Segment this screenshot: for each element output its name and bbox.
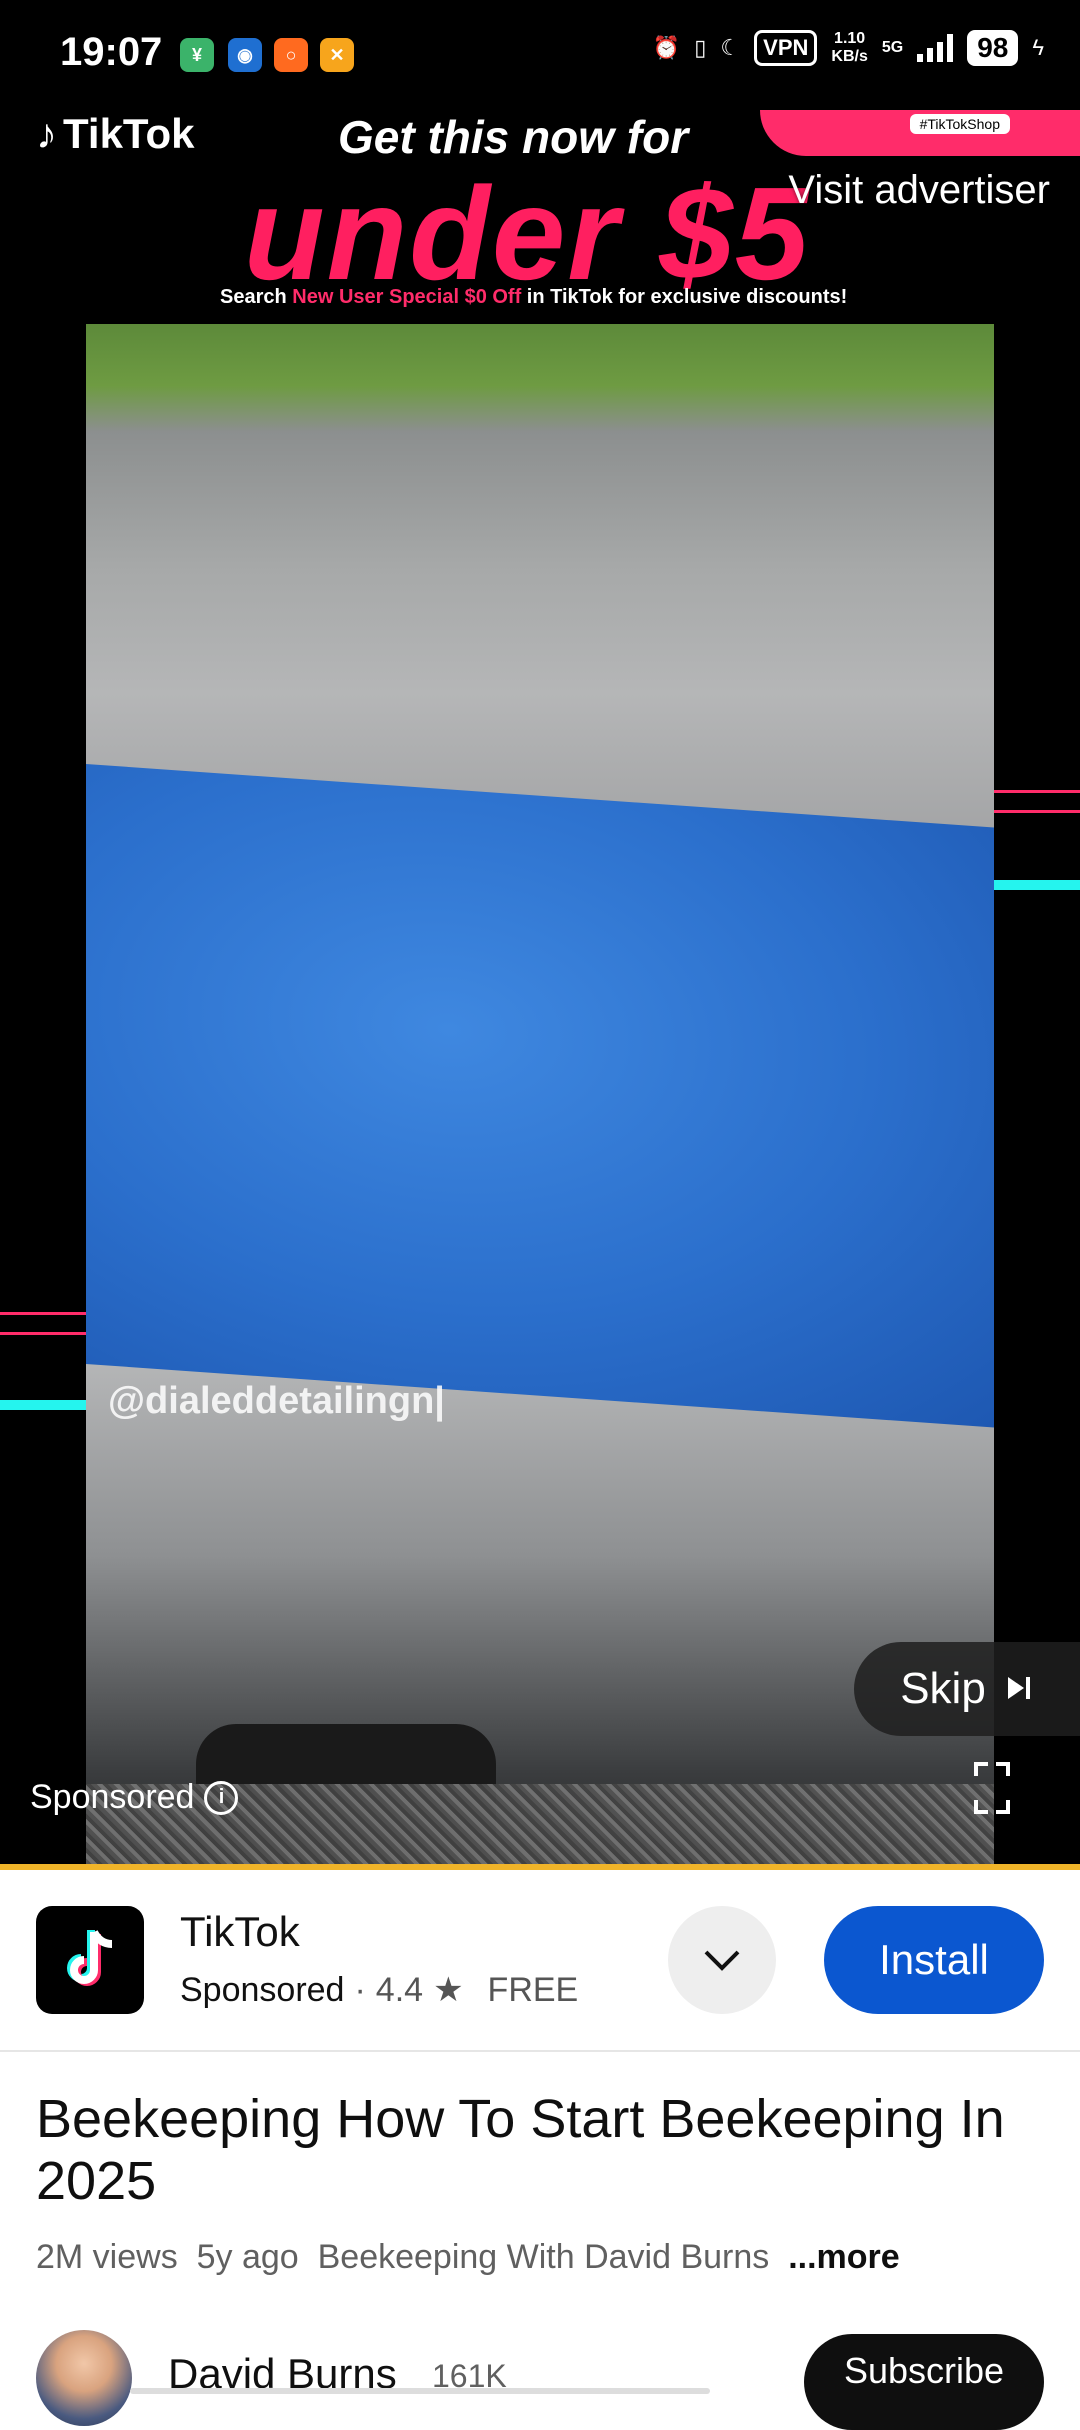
ad-app-name: TikTok bbox=[180, 1908, 300, 1955]
vibrate-icon: ▯ bbox=[694, 35, 707, 60]
install-button[interactable]: Install bbox=[824, 1906, 1044, 2014]
video-watermark: @dialeddetailingn| bbox=[108, 1380, 445, 1422]
status-bar: 19:07 ¥ ◉ ○ ✕ ⏰ ▯ ☾ VPN 1.10 KB/s 5G 98 … bbox=[0, 0, 1080, 110]
skip-ad-button[interactable]: Skip bbox=[854, 1642, 1080, 1736]
decor-line bbox=[994, 790, 1080, 793]
info-icon: i bbox=[204, 1780, 239, 1815]
ad-headline: Get this now for bbox=[338, 111, 689, 163]
network-speed: 1.10 KB/s bbox=[831, 30, 868, 65]
decor-line bbox=[994, 880, 1080, 890]
star-icon: ★ bbox=[433, 1971, 464, 2009]
tiktok-note-icon: ♪ bbox=[36, 110, 57, 157]
ad-video-frame bbox=[86, 324, 994, 1864]
decor-line bbox=[0, 1400, 86, 1410]
scroll-indicator bbox=[130, 2388, 710, 2394]
alarm-icon: ⏰ bbox=[652, 35, 681, 60]
tiktok-logo: ♪ TikTok bbox=[36, 110, 195, 157]
video-title[interactable]: Beekeeping How To Start Beekeeping In 20… bbox=[36, 2088, 1036, 2212]
more-link[interactable]: ...more bbox=[788, 2238, 899, 2276]
network-type: 5G bbox=[881, 39, 904, 56]
shop-tag: #TikTokShop bbox=[909, 114, 1010, 134]
visit-advertiser-link[interactable]: Visit advertiser bbox=[788, 168, 1050, 213]
ad-search-text: Search New User Special $0 Off in TikTok… bbox=[220, 286, 848, 308]
video-meta[interactable]: 2M views 5y ago Beekeeping With David Bu… bbox=[36, 2238, 900, 2277]
battery-indicator: 98 bbox=[967, 30, 1019, 66]
skip-next-icon bbox=[1004, 1664, 1034, 1714]
ad-meta: Sponsored · 4.4 ★ FREE bbox=[180, 1970, 579, 2010]
decor-line bbox=[0, 1312, 86, 1315]
sponsored-info[interactable]: Sponsored i bbox=[30, 1778, 239, 1817]
channel-avatar[interactable] bbox=[36, 2330, 132, 2426]
decor-line bbox=[994, 810, 1080, 813]
blue-towel-image bbox=[86, 764, 994, 1428]
charging-icon: ϟ bbox=[1032, 35, 1044, 60]
signal-icon bbox=[917, 34, 954, 62]
decor-line bbox=[0, 1332, 86, 1335]
moon-icon: ☾ bbox=[720, 35, 741, 60]
clock: 19:07 bbox=[60, 30, 163, 74]
expand-ad-button[interactable] bbox=[668, 1906, 776, 2014]
ad-card[interactable]: TikTok Sponsored · 4.4 ★ FREE Install bbox=[0, 1870, 1080, 2050]
tiktok-app-icon bbox=[36, 1906, 144, 2014]
notification-tool-icon: ✕ bbox=[320, 38, 354, 72]
chevron-down-icon bbox=[704, 1950, 740, 1971]
notification-app-icon: ¥ bbox=[180, 38, 214, 72]
notification-cat-icon: ◉ bbox=[228, 38, 262, 72]
notification-record-icon: ○ bbox=[274, 38, 308, 72]
vpn-badge: VPN bbox=[754, 30, 818, 66]
divider bbox=[0, 2050, 1080, 2052]
subscribe-button[interactable]: Subscribe bbox=[804, 2334, 1044, 2430]
fullscreen-icon[interactable] bbox=[972, 1760, 1012, 1816]
ad-video-player[interactable]: #TikTokShop ♪ TikTok Get this now for un… bbox=[0, 110, 1080, 1864]
status-icons: ⏰ ▯ ☾ VPN 1.10 KB/s 5G 98 ϟ bbox=[653, 30, 1044, 66]
